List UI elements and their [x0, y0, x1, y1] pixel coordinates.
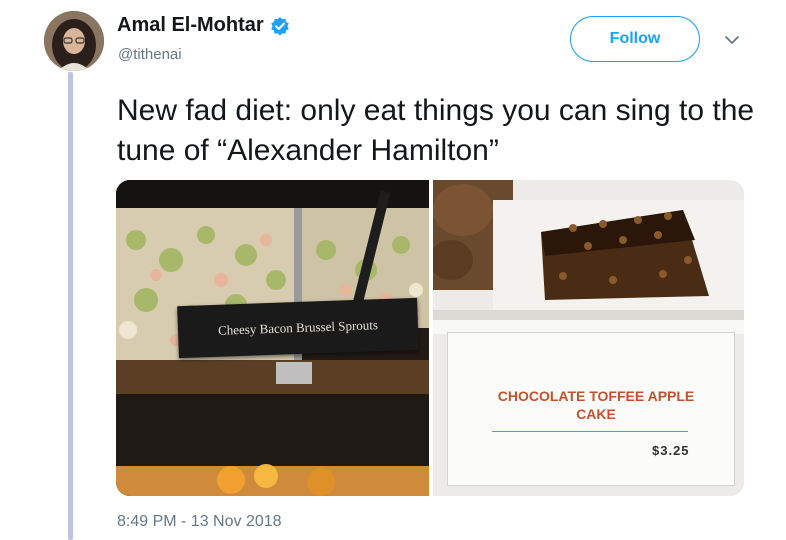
chevron-down-icon[interactable]	[724, 34, 740, 46]
photo-brussel-sprouts[interactable]: Cheesy Bacon Brussel Sprouts	[116, 180, 429, 496]
product-name: CHOCOLATE TOFFEE APPLE CAKE	[497, 388, 695, 422]
author-name[interactable]: Amal El-Mohtar	[117, 14, 264, 37]
tweet-timestamp[interactable]: 8:49 PM - 13 Nov 2018	[117, 513, 282, 531]
sign-divider	[492, 431, 688, 432]
verified-badge-icon	[270, 16, 290, 36]
left-food-sign: Cheesy Bacon Brussel Sprouts	[177, 297, 419, 359]
photo-toffee-apple-cake[interactable]: CHOCOLATE TOFFEE APPLE CAKE $3.25	[433, 180, 744, 496]
media-grid: Cheesy Bacon Brussel Sprouts CHOCOLATE T…	[116, 180, 744, 496]
right-price-sign: CHOCOLATE TOFFEE APPLE CAKE $3.25	[447, 332, 735, 486]
follow-button[interactable]: Follow	[570, 16, 700, 62]
product-price: $3.25	[652, 443, 690, 458]
avatar[interactable]	[44, 11, 104, 71]
tweet-text: New fad diet: only eat things you can si…	[117, 94, 755, 167]
author-handle[interactable]: @tithenai	[118, 46, 182, 63]
avatar-photo-icon	[44, 11, 104, 71]
thread-line	[68, 72, 73, 540]
